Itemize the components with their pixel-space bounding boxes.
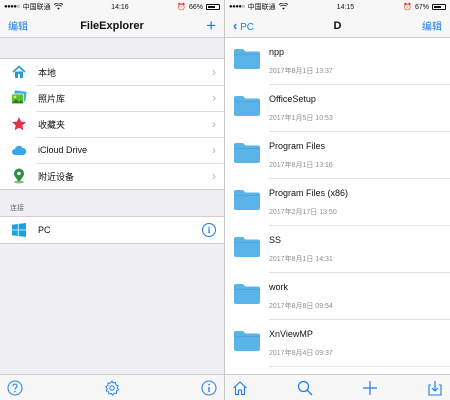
file-explorer-sidebar: ●●●●○ 中国联通 14:16 ⏰ 66% 编辑 FileExplorer + <box>0 0 225 400</box>
location-nearby[interactable]: 附近设备 › <box>0 163 224 189</box>
photos-icon <box>10 89 28 107</box>
add-button[interactable]: + <box>206 17 216 34</box>
device-pc[interactable]: PC i <box>0 217 224 243</box>
status-bar: ●●●●○ 中国联通 14:16 ⏰ 66% <box>0 0 224 14</box>
clock: 14:15 <box>336 3 355 11</box>
edit-button[interactable]: 编辑 <box>422 18 442 33</box>
device-label: PC <box>38 225 51 235</box>
file-row[interactable]: OfficeSetup 2017年1月5日 10:53 <box>225 85 450 132</box>
location-label: 本地 <box>38 67 57 78</box>
file-name: SS <box>269 235 282 245</box>
info-icon[interactable]: i <box>202 223 216 237</box>
file-date: 2017年8月4日 09:37 <box>269 350 333 357</box>
carrier: 中国联通 <box>22 4 51 11</box>
file-list: npp 2017年8月1日 13:37 OfficeSetup 2017年1月5日 1… <box>225 38 450 367</box>
battery-icon <box>431 4 446 10</box>
alarm-icon: ⏰ <box>177 4 186 11</box>
windows-icon <box>10 221 28 239</box>
file-name: Program Files (x86) <box>269 188 349 198</box>
folder-icon <box>233 189 269 216</box>
location-label: 附近设备 <box>38 171 75 182</box>
folder-icon <box>233 142 269 169</box>
wifi-icon <box>278 2 288 12</box>
file-name: Program Files <box>269 141 326 151</box>
home-icon[interactable] <box>231 379 249 397</box>
file-name: work <box>269 282 289 292</box>
back-label: PC <box>240 22 255 33</box>
file-row[interactable]: work 2017年8月8日 09:54 <box>225 273 450 320</box>
info-icon[interactable] <box>200 379 218 397</box>
folder-icon <box>233 330 269 357</box>
file-date: 2017年8月1日 13:37 <box>269 68 333 75</box>
alarm-icon: ⏰ <box>403 4 412 11</box>
status-bar: ●●●●○ 中国联通 14:15 ⏰ 67% <box>225 0 450 14</box>
file-date: 2017年2月17日 13:50 <box>269 209 337 216</box>
file-row[interactable]: SS 2017年8月1日 14:31 <box>225 226 450 273</box>
edit-button[interactable]: 编辑 <box>8 18 28 33</box>
folder-icon <box>233 236 269 263</box>
chevron-right-icon: › <box>212 117 216 131</box>
battery-icon <box>205 4 220 10</box>
back-button[interactable]: ‹ PC <box>233 18 254 33</box>
location-favorites[interactable]: 收藏夹 › <box>0 111 224 137</box>
signal-dots-icon: ●●●●○ <box>4 4 20 10</box>
wifi-icon <box>53 2 63 12</box>
chevron-right-icon: › <box>212 143 216 157</box>
file-row[interactable]: Program Files (x86) 2017年2月17日 13:50 <box>225 179 450 226</box>
file-row[interactable]: Program Files 2017年8月1日 13:16 <box>225 132 450 179</box>
help-icon[interactable] <box>6 379 24 397</box>
settings-icon[interactable] <box>103 379 121 397</box>
battery-percent: 66% <box>188 3 203 11</box>
file-date: 2017年8月1日 14:31 <box>269 256 333 263</box>
devices-list: PC i <box>0 216 224 244</box>
location-label: iCloud Drive <box>38 145 88 155</box>
navigation-bar: ‹ PC D 编辑 <box>225 14 450 38</box>
file-name: OfficeSetup <box>269 94 316 104</box>
folder-icon <box>233 48 269 75</box>
search-icon[interactable] <box>296 379 314 397</box>
bottom-toolbar <box>0 374 224 400</box>
carrier: 中国联通 <box>247 4 276 11</box>
location-photos[interactable]: 照片库 › <box>0 85 224 111</box>
location-label: 照片库 <box>38 93 66 104</box>
cloud-icon <box>10 141 28 159</box>
locations-list: 本地 › 照片库 › 收藏夹 › iCloud Drive › 附近设备 › <box>0 58 224 190</box>
signal-dots-icon: ●●●●○ <box>229 4 245 10</box>
file-date: 2017年8月1日 13:16 <box>269 162 333 169</box>
file-name: npp <box>269 47 285 57</box>
section-header-connected: 连接 <box>10 205 24 212</box>
add-icon[interactable] <box>361 379 379 397</box>
file-date: 2017年8月8日 09:54 <box>269 303 333 310</box>
location-pin-icon <box>10 167 28 185</box>
folder-icon <box>233 283 269 310</box>
bottom-toolbar <box>225 374 450 400</box>
navigation-bar: 编辑 FileExplorer + <box>0 14 224 38</box>
folder-browser: ●●●●○ 中国联通 14:15 ⏰ 67% ‹ PC D 编辑 npp 2017… <box>225 0 450 400</box>
chevron-right-icon: › <box>212 65 216 79</box>
chevron-left-icon: ‹ <box>233 18 238 33</box>
file-row[interactable]: XnViewMP 2017年8月4日 09:37 <box>225 320 450 367</box>
folder-title: D <box>333 19 342 32</box>
battery-percent: 67% <box>414 3 429 11</box>
star-icon <box>10 115 28 133</box>
clock: 14:16 <box>111 3 129 11</box>
file-row[interactable]: npp 2017年8月1日 13:37 <box>225 38 450 85</box>
location-local[interactable]: 本地 › <box>0 59 224 85</box>
location-icloud[interactable]: iCloud Drive › <box>0 137 224 163</box>
download-icon[interactable] <box>426 379 444 397</box>
folder-icon <box>233 95 269 122</box>
chevron-right-icon: › <box>212 169 216 183</box>
app-title: FileExplorer <box>80 19 144 32</box>
home-icon <box>10 63 28 81</box>
file-name: XnViewMP <box>269 329 313 339</box>
location-label: 收藏夹 <box>38 119 66 130</box>
chevron-right-icon: › <box>212 91 216 105</box>
file-date: 2017年1月5日 10:53 <box>269 115 333 122</box>
